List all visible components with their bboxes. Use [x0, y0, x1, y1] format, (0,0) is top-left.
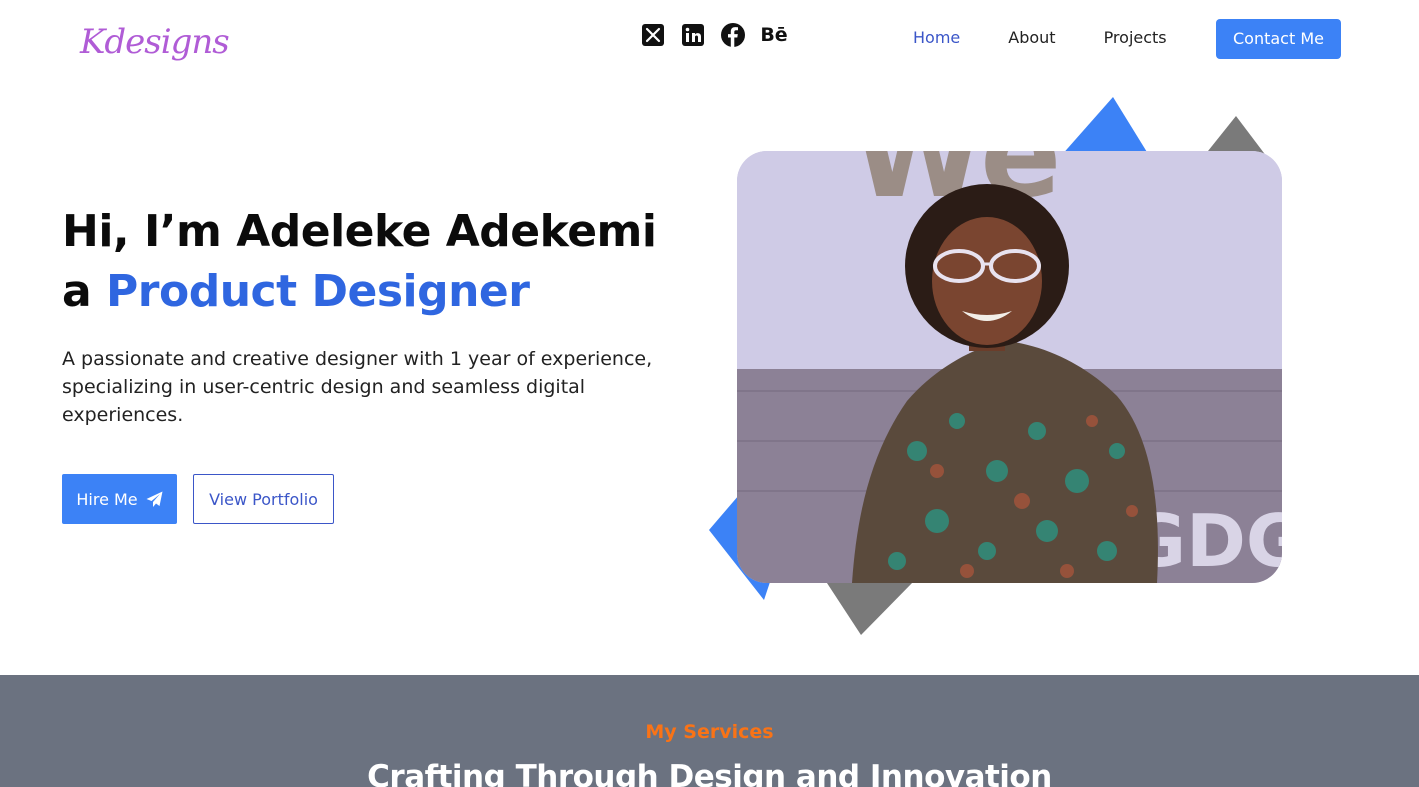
hero-heading-prefix: a: [62, 266, 92, 317]
profile-photo-illustration: We GDG: [737, 151, 1282, 583]
contact-me-button[interactable]: Contact Me: [1216, 19, 1341, 59]
hire-me-button[interactable]: Hire Me: [62, 474, 177, 524]
brand-logo[interactable]: Kdesigns: [80, 18, 230, 66]
facebook-icon[interactable]: [721, 23, 745, 47]
gray-triangle-bottom: [825, 580, 915, 635]
view-portfolio-button[interactable]: View Portfolio: [193, 474, 334, 524]
nav-link-projects[interactable]: Projects: [1104, 27, 1167, 49]
main-nav: Home About Projects: [913, 27, 1215, 49]
hero-heading-role: Product Designer: [106, 266, 530, 317]
hero-heading-line1: Hi, I’m Adeleke Adekemi: [62, 206, 657, 257]
services-kicker: My Services: [645, 721, 774, 743]
services-title: Crafting Through Design and Innovation: [367, 759, 1052, 787]
social-links: Bē: [641, 23, 788, 47]
profile-photo: We GDG: [737, 151, 1282, 583]
linkedin-icon[interactable]: [681, 23, 705, 47]
nav-link-about[interactable]: About: [1008, 27, 1055, 49]
hire-me-label: Hire Me: [76, 489, 138, 509]
nav-link-home[interactable]: Home: [913, 27, 960, 49]
x-twitter-icon[interactable]: [641, 23, 665, 47]
paper-plane-icon: [146, 491, 163, 507]
blue-triangle-top: [1060, 97, 1150, 157]
hero-heading: Hi, I’m Adeleke Adekemi a Product Design…: [62, 202, 657, 322]
behance-icon[interactable]: Bē: [760, 23, 787, 47]
hero-description: A passionate and creative designer with …: [62, 348, 653, 426]
services-section: My Services Crafting Through Design and …: [0, 675, 1419, 787]
top-navbar: Kdesigns Bē Home About Projects Contact …: [0, 0, 1419, 78]
